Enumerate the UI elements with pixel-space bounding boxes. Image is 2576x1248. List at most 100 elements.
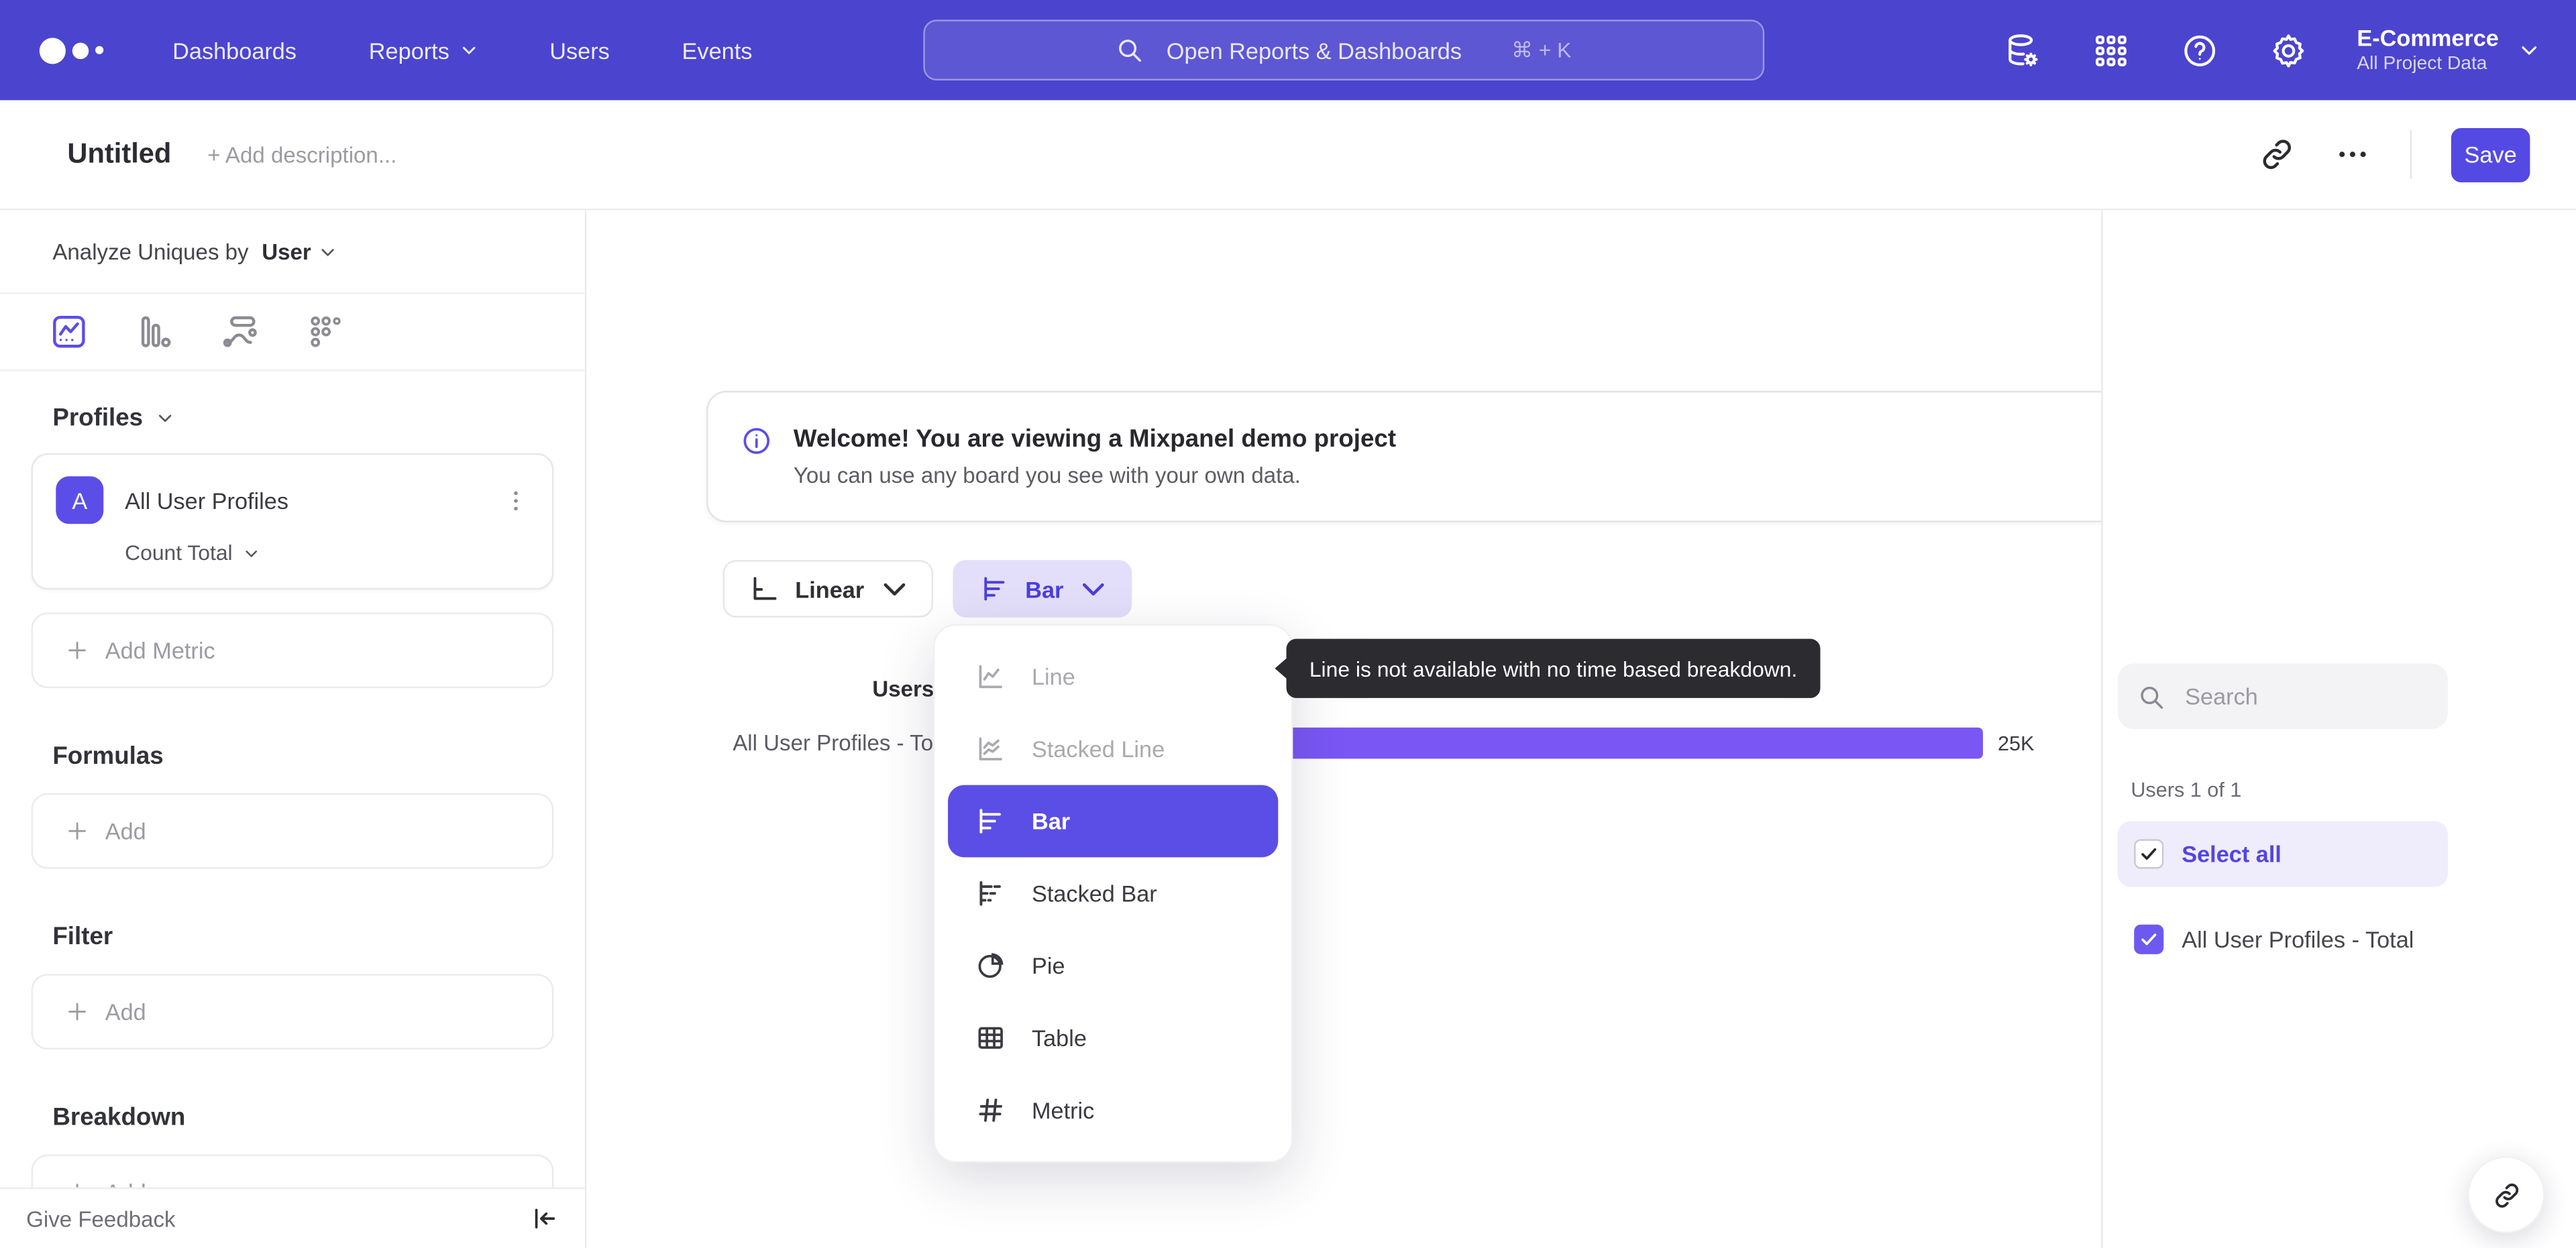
project-switcher[interactable]: E-Commerce All Project Data [2357, 25, 2540, 76]
select-all-checkbox[interactable] [2134, 839, 2164, 869]
add-filter-label: Add [105, 998, 146, 1025]
bar-chart-icon [984, 577, 1005, 601]
nav-item-events[interactable]: Events [682, 37, 753, 63]
metric-hash-icon [979, 1098, 1002, 1122]
toolbar-actions: Save [2259, 127, 2530, 182]
chart-row-label: All User Profiles - Total [733, 730, 957, 756]
stacked-bar-chart-icon [979, 881, 1001, 906]
plus-icon [68, 641, 86, 659]
chart-type-menu: Line Stacked Line Bar Stacked Bar Pie Ta… [933, 624, 1293, 1163]
series-count: Users 1 of 1 [2131, 778, 2242, 802]
scale-dropdown[interactable]: Linear [722, 560, 934, 618]
series-search-input[interactable] [2182, 681, 2418, 712]
mixpanel-logo-icon[interactable] [39, 37, 104, 64]
global-search[interactable]: ⌘ + K [923, 19, 1765, 81]
profiles-label: Profiles [52, 404, 144, 433]
copy-link-icon[interactable] [2259, 136, 2295, 172]
menu-item-label: Table [1031, 1025, 1087, 1052]
nav-item-reports[interactable]: Reports [369, 37, 478, 63]
search-shortcut: ⌘ + K [1511, 37, 1572, 62]
report-toolbar: Untitled + Add description... Save [0, 100, 2576, 211]
series-checkbox[interactable] [2134, 924, 2164, 954]
menu-item-table[interactable]: Table [934, 1002, 1291, 1074]
report-type-tabs [0, 294, 585, 372]
series-panel: Users 1 of 1 Select all All User Profile… [2101, 210, 2576, 1248]
add-formula-button[interactable]: Add [31, 793, 554, 869]
line-chart-icon [979, 665, 1002, 689]
series-row[interactable]: All User Profiles - Total [2118, 907, 2448, 972]
tab-flows[interactable] [220, 312, 260, 351]
select-all-row[interactable]: Select all [2117, 821, 2448, 887]
report-title[interactable]: Untitled [67, 138, 171, 171]
apps-grid-icon[interactable] [2091, 30, 2131, 70]
query-builder-sidebar: Analyze Uniques by User Profiles A All U… [0, 210, 587, 1248]
global-search-input[interactable] [1163, 35, 1499, 65]
aggregation-dropdown[interactable]: Count Total [125, 541, 529, 565]
nav-right-cluster: E-Commerce All Project Data [2002, 25, 2540, 76]
help-icon[interactable] [2180, 30, 2219, 70]
disabled-option-tooltip: Line is not available with no time based… [1275, 638, 1821, 698]
chevron-down-icon [322, 247, 335, 256]
menu-item-line[interactable]: Line [934, 640, 1291, 713]
pie-chart-icon [978, 953, 1004, 978]
scale-label: Linear [795, 575, 865, 602]
select-all-label: Select all [2182, 840, 2282, 868]
add-description[interactable]: + Add description... [207, 142, 396, 167]
info-icon [743, 428, 770, 454]
nav-item-label: Events [682, 37, 753, 64]
share-link-fab[interactable] [2467, 1156, 2545, 1234]
data-management-icon[interactable] [2002, 30, 2041, 70]
link-icon [2494, 1182, 2518, 1207]
settings-gear-icon[interactable] [2268, 30, 2308, 70]
menu-item-label: Stacked Bar [1031, 880, 1157, 907]
more-options-icon[interactable] [2334, 136, 2371, 172]
chart-type-label: Bar [1025, 575, 1064, 602]
filter-section-heading: Filter [52, 923, 584, 951]
save-button[interactable]: Save [2451, 127, 2530, 182]
menu-item-bar[interactable]: Bar [948, 785, 1279, 858]
top-nav: Dashboards Reports Users Events ⌘ + K E-… [0, 0, 2576, 101]
tab-funnels[interactable] [135, 312, 174, 351]
breakdown-section-heading: Breakdown [52, 1104, 584, 1132]
menu-item-pie[interactable]: Pie [934, 929, 1291, 1002]
metric-card[interactable]: A All User Profiles Count Total [31, 453, 554, 590]
series-search[interactable] [2117, 663, 2448, 730]
collapse-sidebar-icon[interactable] [529, 1204, 559, 1233]
plus-icon [68, 822, 86, 840]
series-label: All User Profiles - Total [2182, 926, 2414, 953]
chart-type-dropdown[interactable]: Bar [953, 560, 1133, 618]
menu-item-stacked-line[interactable]: Stacked Line [934, 713, 1291, 785]
chevron-down-icon [158, 414, 172, 422]
sidebar-footer: Give Feedback [0, 1187, 585, 1248]
linear-scale-icon [753, 577, 777, 600]
mixpanel-insights-page: Dashboards Reports Users Events ⌘ + K E-… [0, 0, 2576, 1248]
nav-item-label: Reports [368, 37, 449, 64]
give-feedback-link[interactable]: Give Feedback [26, 1206, 175, 1231]
chart-column-header-users: Users [872, 676, 934, 701]
metric-letter-badge: A [56, 476, 104, 524]
nav-item-label: Users [549, 37, 610, 64]
menu-item-metric[interactable]: Metric [934, 1074, 1291, 1147]
breakdown-label: Breakdown [52, 1103, 186, 1132]
tab-retention[interactable] [306, 312, 345, 351]
aggregation-value: Count Total [125, 540, 233, 565]
nav-item-label: Dashboards [172, 37, 297, 64]
formulas-section-heading: Formulas [52, 742, 584, 771]
add-metric-button[interactable]: Add Metric [31, 612, 554, 689]
menu-item-stacked-bar[interactable]: Stacked Bar [934, 857, 1291, 929]
metric-title: All User Profiles [125, 487, 289, 514]
add-formula-label: Add [105, 817, 146, 844]
analyze-uniques-row: Analyze Uniques by User [0, 210, 585, 294]
tab-insights[interactable] [49, 312, 89, 351]
project-name: E-Commerce [2357, 24, 2499, 51]
nav-item-dashboards[interactable]: Dashboards [172, 37, 297, 63]
analyze-entity-dropdown[interactable]: User [262, 239, 337, 264]
chevron-down-icon [245, 549, 256, 557]
metric-more-icon[interactable] [502, 487, 529, 513]
analyze-label: Analyze Uniques by [52, 239, 249, 264]
chevron-down-icon [1083, 583, 1105, 596]
add-filter-button[interactable]: Add [31, 974, 554, 1050]
profiles-section-heading[interactable]: Profiles [52, 404, 584, 432]
chevron-down-icon [2522, 46, 2537, 55]
nav-item-users[interactable]: Users [549, 37, 610, 63]
